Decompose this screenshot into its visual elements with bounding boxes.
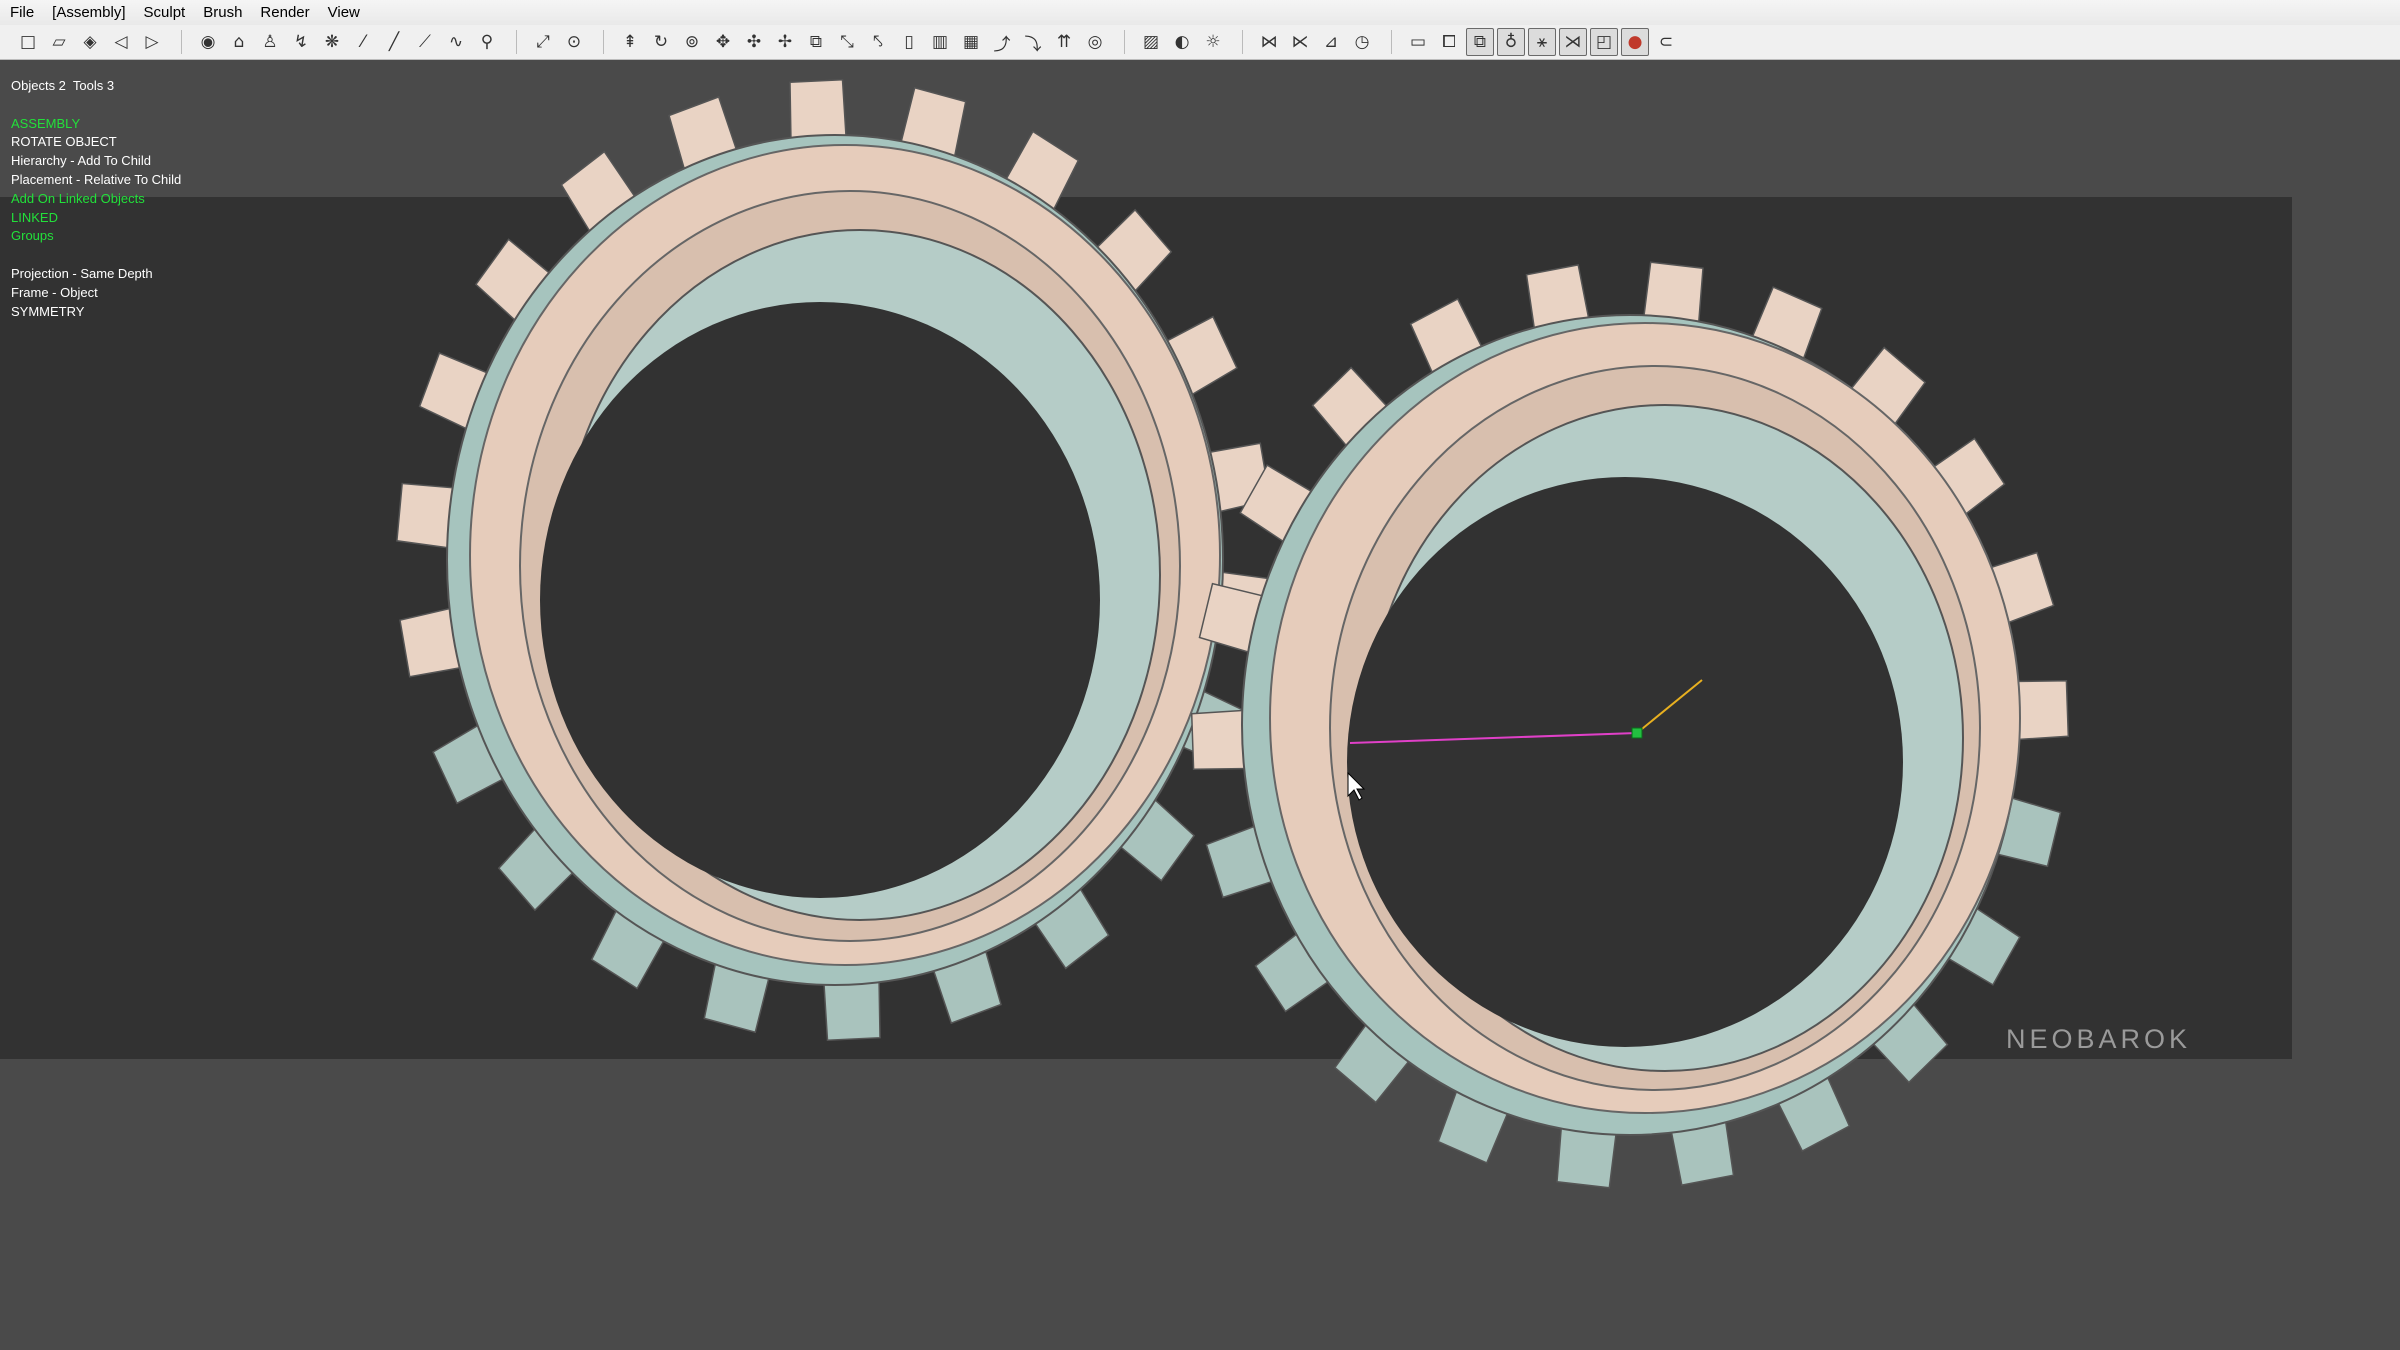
- projection-label: Projection - Same Depth: [11, 265, 153, 281]
- symmetry-label: SYMMETRY: [11, 303, 85, 319]
- linked-objects-label: Add On Linked Objects: [11, 190, 145, 206]
- frame-label: Frame - Object: [11, 284, 98, 300]
- mode-label: ASSEMBLY: [11, 115, 81, 131]
- object-tool-counts: Objects 2 Tools 3: [11, 78, 115, 93]
- linked-label: LINKED: [11, 209, 58, 225]
- hierarchy-label: Hierarchy - Add To Child: [11, 153, 151, 169]
- gear-scene[interactable]: [0, 0, 2400, 1350]
- watermark-logo: NEOBAROK: [2006, 1024, 2192, 1054]
- action-label: ROTATE OBJECT: [11, 134, 117, 150]
- status-overlay: Objects 2 Tools 3 ASSEMBLY ROTATE OBJECT…: [11, 77, 181, 321]
- right-gear[interactable]: [1190, 261, 2070, 1189]
- left-gear[interactable]: [396, 79, 1274, 1041]
- placement-label: Placement - Relative To Child: [11, 171, 182, 187]
- groups-label: Groups: [11, 228, 54, 244]
